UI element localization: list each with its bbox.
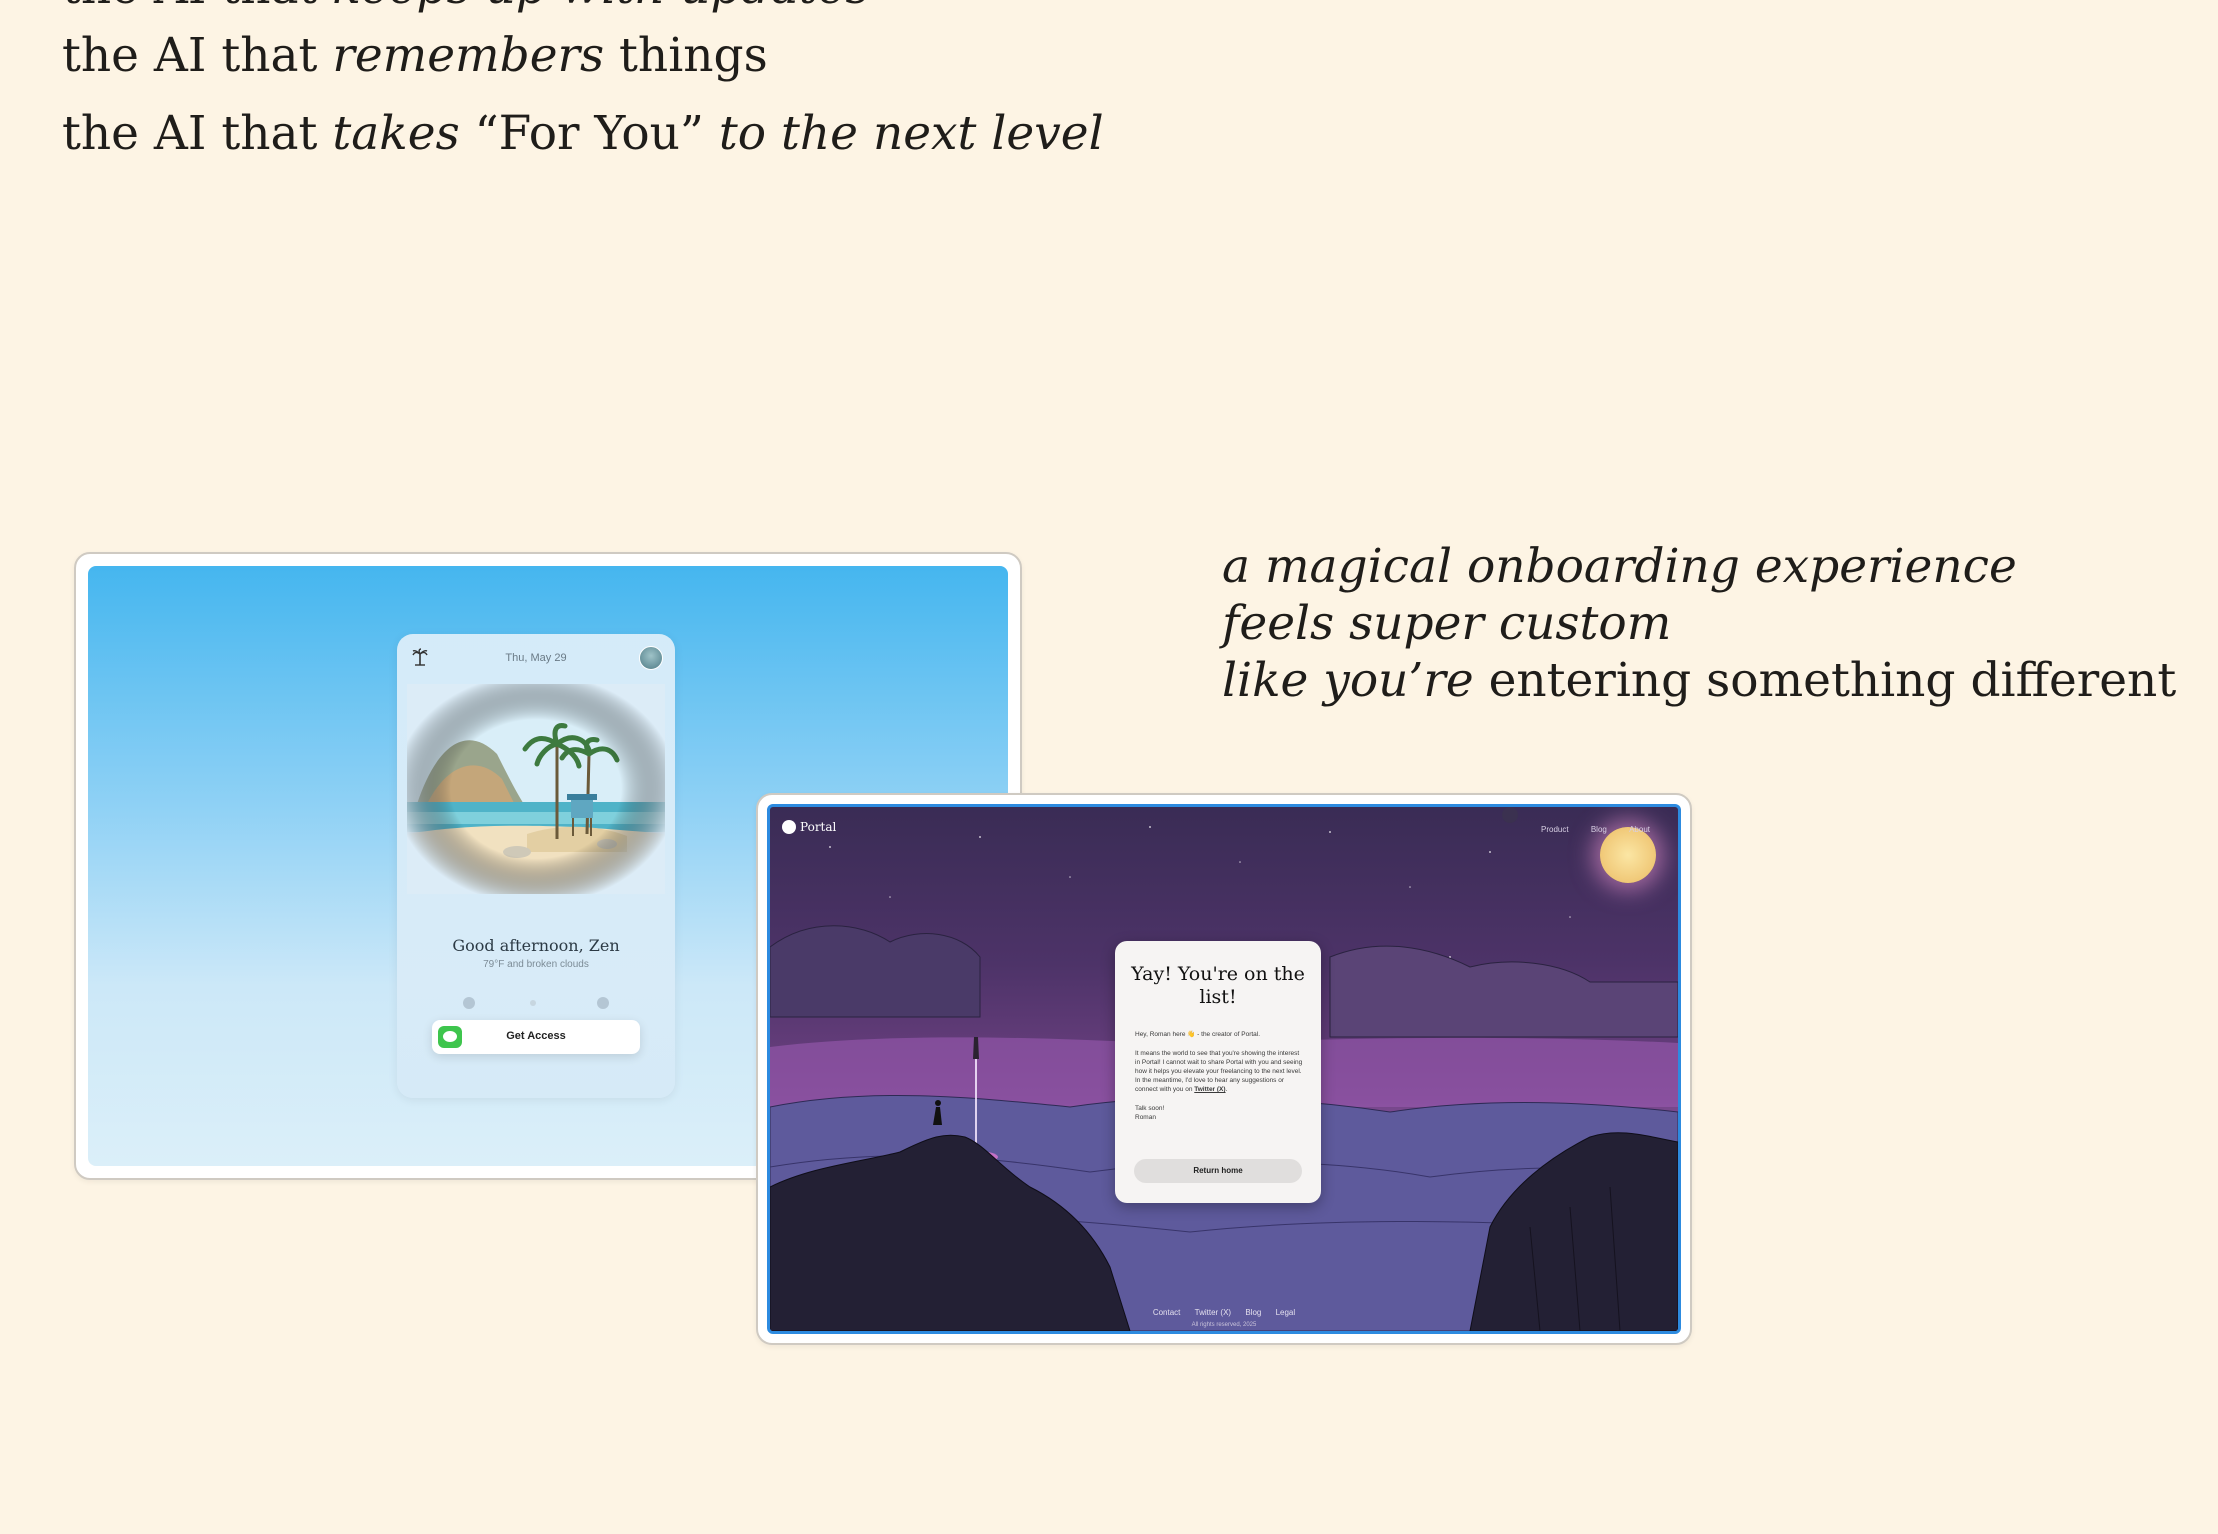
card-signature: Roman (1135, 1114, 1156, 1121)
beach-illustration (407, 684, 665, 894)
weather-phone-card: Thu, May 29 Good afternoon, Zen 79°F and… (397, 634, 675, 1098)
portal-site-screen: Portal Product Blog About Yay! You're on… (767, 804, 1681, 1334)
portal-logo-icon (782, 820, 796, 834)
weather-summary: 79°F and broken clouds (483, 959, 589, 970)
hero-line-updates: the AI that keeps up with updates (62, 0, 870, 18)
card-paragraph: Hey, Roman here 👋 - the creator of Porta… (1135, 1031, 1261, 1038)
hero-emphasis: keeps up with updates (332, 0, 869, 15)
tagline-emphasis: like you’re (1222, 653, 1474, 708)
footer-blog[interactable]: Blog (1245, 1308, 1261, 1317)
tagline-line: feels super custom (1222, 596, 1672, 651)
blurred-controls (463, 997, 609, 1009)
greeting: Good afternoon, Zen (452, 936, 620, 955)
card-title: Yay! You're on the list! (1131, 963, 1305, 1008)
hero-line-remembers: the AI that remembers things (62, 26, 768, 86)
card-paragraph: It means the world to see that you're sh… (1135, 1050, 1303, 1075)
portal-logo[interactable]: Portal (782, 820, 836, 834)
hero-text: the AI that (62, 0, 332, 15)
hero-text: “For You” (459, 106, 719, 161)
portal-brand-name: Portal (800, 820, 837, 834)
get-access-label: Get Access (506, 1030, 566, 1042)
footer-twitter[interactable]: Twitter (X) (1195, 1308, 1231, 1317)
copyright: All rights reserved, 2025 (1191, 1322, 1257, 1328)
hero-text: the AI that (62, 106, 333, 161)
onboarding-tagline: a magical onboarding experience feels su… (1222, 538, 2176, 709)
card-signoff: Talk soon! (1135, 1105, 1165, 1112)
waitlist-confirmation-card: Yay! You're on the list! Hey, Roman here… (1115, 941, 1321, 1203)
nav-blog[interactable]: Blog (1591, 825, 1607, 834)
portal-site-screenshot: Portal Product Blog About Yay! You're on… (756, 793, 1692, 1345)
moon (1600, 827, 1656, 883)
nav-product[interactable]: Product (1541, 825, 1569, 834)
return-home-button[interactable]: Return home (1134, 1159, 1302, 1183)
hero-emphasis: takes (332, 106, 460, 161)
hero-emphasis: to the next level (718, 106, 1104, 161)
tagline-line: a magical onboarding experience (1222, 539, 2017, 594)
date-label: Thu, May 29 (505, 652, 567, 664)
hero-text: things (604, 28, 768, 83)
hero-text: the AI that (62, 28, 333, 83)
footer-contact[interactable]: Contact (1153, 1308, 1181, 1317)
top-nav: Product Blog About (1521, 825, 1650, 834)
nav-about[interactable]: About (1629, 825, 1650, 834)
footer-links: Contact Twitter (X) Blog Legal (770, 1308, 1678, 1317)
hero-line-for-you: the AI that takes “For You” to the next … (62, 104, 1104, 164)
card-body: Hey, Roman here 👋 - the creator of Porta… (1135, 1031, 1303, 1121)
avatar[interactable] (639, 646, 663, 670)
twitter-link[interactable]: Twitter (X) (1194, 1086, 1225, 1093)
tagline-line: entering something different (1473, 653, 2177, 708)
hero-emphasis: remembers (332, 28, 605, 83)
footer-legal[interactable]: Legal (1276, 1308, 1296, 1317)
get-access-button[interactable]: Get Access (432, 1020, 640, 1054)
